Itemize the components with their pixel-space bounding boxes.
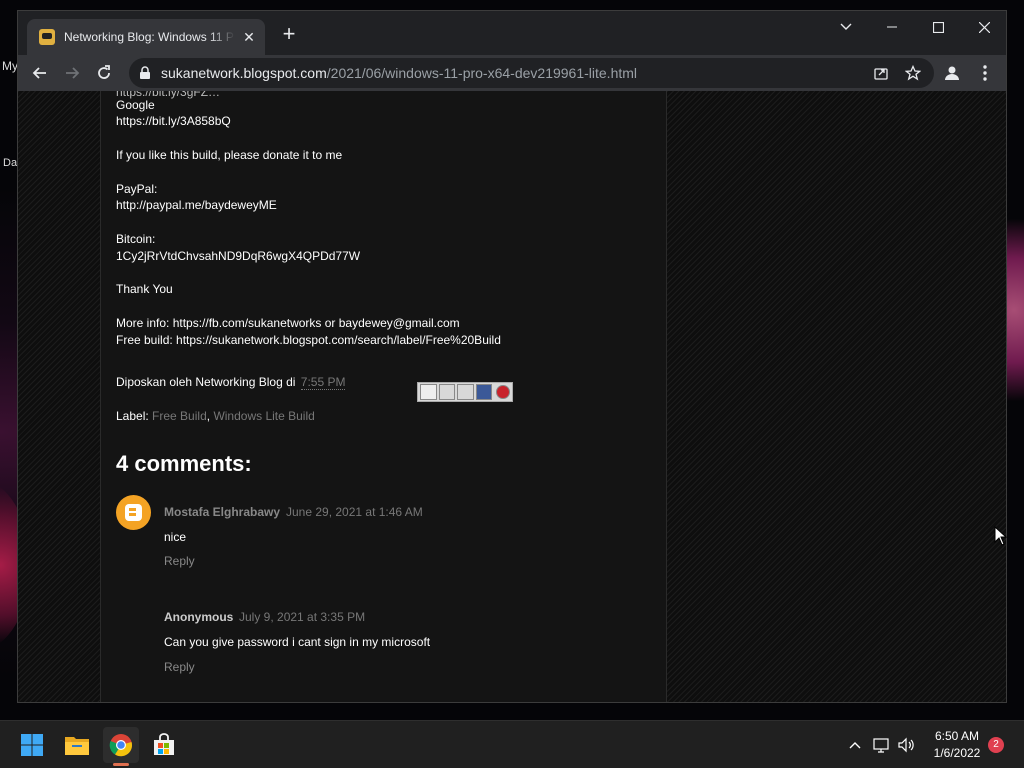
share-icon[interactable] — [873, 65, 889, 81]
reload-button[interactable] — [90, 59, 118, 87]
posted-time-link[interactable]: 7:55 PM — [300, 375, 346, 390]
post-line: If you like this build, please donate it… — [116, 148, 343, 162]
bookmark-star-icon[interactable] — [905, 65, 921, 81]
facebook-share-icon[interactable] — [475, 384, 493, 400]
post-labels: Label: Free Build, Windows Lite Build — [116, 409, 315, 423]
comment-body: nice — [164, 530, 187, 544]
network-button[interactable] — [873, 736, 891, 754]
tab-close-icon[interactable]: ✕ — [241, 29, 257, 46]
speaker-icon — [898, 737, 914, 753]
reply-link[interactable]: Reply — [164, 554, 195, 568]
labels-separator: , — [206, 409, 211, 423]
chrome-icon — [109, 734, 133, 757]
folder-icon — [65, 737, 89, 755]
chevron-up-icon — [849, 742, 861, 749]
tab-title: Networking Blog: Windows 11 Pr — [64, 30, 236, 44]
posted-by-text: Diposkan oleh Networking Blog di — [116, 375, 296, 389]
post-link[interactable]: http://paypal.me/baydeweyME — [116, 198, 277, 212]
kebab-menu-icon — [983, 65, 987, 81]
comment-body: Can you give password i cant sign in my … — [164, 635, 431, 649]
post-line: Google — [116, 98, 155, 112]
url-path: /2021/06/windows-11-pro-x64-dev219961-li… — [326, 65, 638, 81]
taskbar-clock[interactable]: 6:50 AM 1/6/2022 — [925, 728, 989, 762]
twitter-share-icon[interactable] — [457, 384, 474, 400]
label-link[interactable]: Windows Lite Build — [213, 409, 314, 423]
chevron-down-icon — [840, 23, 852, 30]
url-host: sukanetwork.blogspot.com — [161, 65, 327, 81]
tab-search-button[interactable] — [823, 11, 869, 43]
labels-prefix: Label: — [116, 409, 149, 423]
post-footer-byline: Diposkan oleh Networking Blog di 7:55 PM — [116, 375, 346, 390]
desktop-icon-label[interactable]: My — [2, 59, 18, 73]
reply-link[interactable]: Reply — [164, 660, 195, 674]
profile-icon — [945, 66, 959, 80]
forward-button[interactable] — [58, 59, 86, 87]
page-background — [667, 91, 1006, 702]
post-line: PayPal: — [116, 182, 158, 196]
label-link[interactable]: Free Build — [152, 409, 207, 423]
post-line: Bitcoin: — [116, 232, 156, 246]
page-background — [18, 91, 100, 702]
comment-author: Anonymous — [164, 610, 234, 624]
reload-icon — [98, 65, 110, 79]
post-container: https://bit.ly/3gFZ… Google https://bit.… — [100, 91, 667, 702]
taskbar: 6:50 AM 1/6/2022 2 — [0, 720, 1024, 768]
address-bar[interactable]: sukanetwork.blogspot.com/2021/06/windows… — [129, 58, 934, 88]
show-hidden-icons-button[interactable] — [846, 736, 864, 754]
site-favicon-icon — [39, 29, 55, 45]
post-line: Thank You — [116, 282, 173, 296]
avatar[interactable] — [116, 495, 151, 530]
maximize-icon — [932, 21, 944, 33]
volume-button[interactable] — [897, 736, 915, 754]
back-button[interactable] — [26, 59, 54, 87]
comment-date[interactable]: July 9, 2021 at 3:35 PM — [239, 610, 365, 624]
arrow-right-icon — [66, 67, 80, 79]
notification-badge[interactable]: 2 — [988, 737, 1004, 753]
post-line[interactable]: Free build: https://sukanetwork.blogspot… — [116, 333, 501, 347]
lock-icon[interactable] — [139, 66, 151, 80]
start-button[interactable] — [14, 727, 50, 763]
mouse-cursor-icon — [994, 526, 1008, 546]
arrow-left-icon — [32, 67, 46, 79]
comment-date[interactable]: June 29, 2021 at 1:46 AM — [286, 505, 423, 519]
bitcoin-address: 1Cy2jRrVtdChvsahND9DqR6wgX4QPDd77W — [116, 249, 361, 263]
maximize-button[interactable] — [915, 11, 961, 43]
chrome-window: Networking Blog: Windows 11 Pr ✕ + sukan… — [17, 10, 1007, 703]
tab-strip: Networking Blog: Windows 11 Pr ✕ + — [18, 11, 1006, 55]
minimize-icon — [887, 26, 897, 28]
blogger-share-icon[interactable] — [438, 384, 456, 400]
post-line[interactable]: More info: https://fb.com/sukanetworks o… — [116, 316, 460, 330]
chrome-taskbar-button[interactable] — [103, 727, 139, 763]
close-icon — [978, 21, 990, 33]
browser-toolbar: sukanetwork.blogspot.com/2021/06/windows… — [18, 55, 1006, 91]
new-tab-button[interactable]: + — [278, 23, 300, 46]
blogger-icon — [125, 504, 142, 521]
comment-author[interactable]: Mostafa Elghrabawy — [164, 505, 280, 519]
clock-date: 1/6/2022 — [933, 746, 981, 760]
windows-start-icon — [21, 734, 43, 756]
microsoft-store-icon — [154, 733, 174, 755]
clock-time: 6:50 AM — [934, 729, 980, 743]
email-share-icon[interactable] — [420, 384, 437, 400]
url-text[interactable]: sukanetwork.blogspot.com/2021/06/windows… — [161, 65, 637, 81]
active-app-indicator — [113, 763, 129, 766]
desktop: My Da Networking Blog: Windows 11 Pr ✕ + — [0, 0, 1024, 720]
store-button[interactable] — [146, 727, 182, 763]
file-explorer-button[interactable] — [59, 727, 95, 763]
close-window-button[interactable] — [961, 11, 1006, 43]
profile-button[interactable] — [938, 59, 966, 87]
share-buttons — [417, 382, 513, 402]
web-page[interactable]: https://bit.ly/3gFZ… Google https://bit.… — [18, 91, 1006, 702]
network-icon — [873, 738, 889, 753]
pinterest-share-icon[interactable] — [496, 385, 510, 399]
desktop-icon-label[interactable]: Da — [3, 157, 17, 169]
tab-networking-blog[interactable]: Networking Blog: Windows 11 Pr ✕ — [27, 19, 265, 55]
comments-heading: 4 comments: — [116, 451, 252, 476]
chrome-menu-button[interactable] — [971, 59, 999, 87]
minimize-button[interactable] — [869, 11, 915, 43]
post-link[interactable]: https://bit.ly/3A858bQ — [116, 114, 231, 128]
